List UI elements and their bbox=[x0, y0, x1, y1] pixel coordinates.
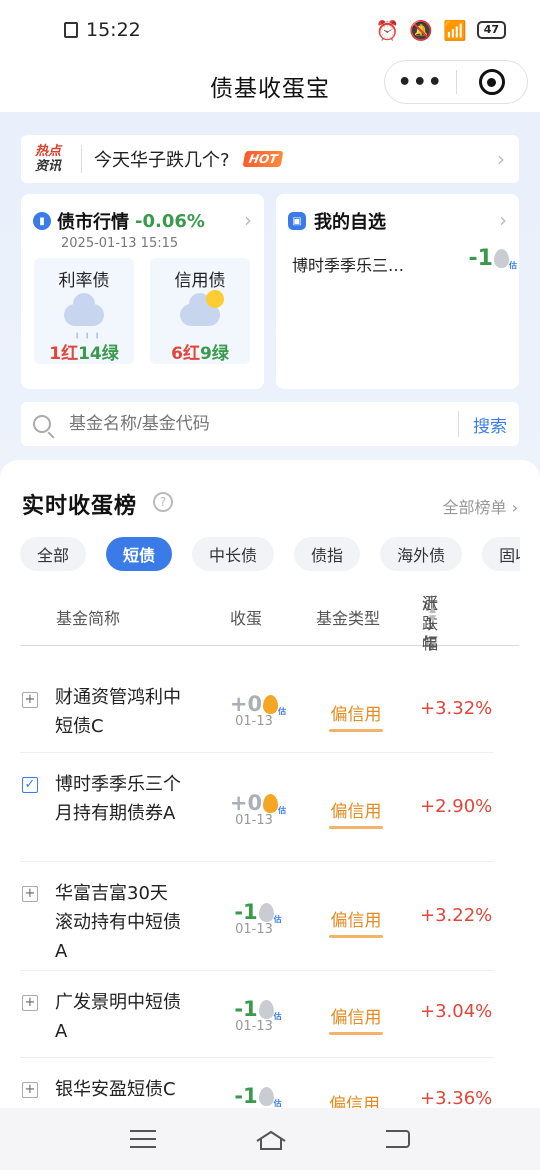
chevron-right-icon: › bbox=[244, 208, 252, 232]
mini-program-capsule: ••• bbox=[384, 60, 528, 104]
bond-market-card[interactable]: ▮ 债市行情 -0.06% › 2025-01-13 15:15 利率债 ╷╷╷… bbox=[21, 194, 264, 389]
egg-icon: 估 bbox=[258, 1086, 282, 1108]
table-row[interactable]: ✓ 博时季季乐三个月持有期债券A +0 估 01-13 偏信用 +2.90% bbox=[20, 753, 494, 862]
page-title: 债基收蛋宝 bbox=[210, 76, 330, 102]
market-title: 债市行情 bbox=[57, 212, 129, 233]
tab-all[interactable]: 全部 bbox=[20, 537, 87, 571]
wifi-icon: 📶 bbox=[443, 19, 467, 42]
ranking-title: 实时收蛋榜 bbox=[22, 494, 138, 519]
table-row[interactable]: + 华富吉富30天滚动持有中短债A -1 估 01-13 偏信用 +3.22% bbox=[20, 862, 494, 971]
egg-icon: 估 bbox=[258, 902, 282, 924]
market-timestamp: 2025-01-13 15:15 bbox=[61, 236, 179, 251]
chevron-right-icon: › bbox=[499, 208, 507, 232]
tab-bond-index[interactable]: 债指 bbox=[294, 537, 361, 571]
fund-list: + 财通资管鸿利中短债C +0 估 01-13 偏信用 +3.32% ✓ 博时季季… bbox=[20, 668, 494, 1118]
mute-icon: 🔕 bbox=[409, 19, 434, 42]
egg-icon: 估 bbox=[494, 249, 517, 270]
fund-type: 偏信用 bbox=[329, 1003, 383, 1035]
table-row[interactable]: + 财通资管鸿利中短债C +0 估 01-13 偏信用 +3.32% bbox=[20, 668, 494, 753]
rate-bond-box[interactable]: 利率债 ╷╷╷ 1红14绿 bbox=[34, 258, 134, 364]
sort-icon: ▲ ▼ bbox=[429, 605, 436, 624]
fund-type: 偏信用 bbox=[329, 700, 383, 732]
search-icon bbox=[33, 415, 51, 433]
tab-overseas-bond[interactable]: 海外债 bbox=[380, 537, 463, 571]
egg-icon: 估 bbox=[263, 694, 286, 716]
search-button[interactable]: 搜索 bbox=[473, 412, 507, 437]
fund-change: +2.90% bbox=[420, 796, 493, 817]
favorites-title: 我的自选 bbox=[314, 212, 386, 233]
add-favorite-icon[interactable]: + bbox=[22, 886, 38, 902]
fund-change: +3.04% bbox=[420, 1001, 493, 1022]
my-favorites-card[interactable]: ▣ 我的自选 › 博时季季乐三… -1 估 bbox=[276, 194, 519, 389]
egg-icon: 估 bbox=[258, 999, 282, 1021]
fund-type: 偏信用 bbox=[329, 906, 383, 938]
chart-icon: ▮ bbox=[33, 212, 51, 230]
system-nav-bar bbox=[0, 1108, 540, 1170]
favorite-item-value: -1 估 bbox=[468, 246, 517, 271]
ranking-panel: 实时收蛋榜 ? 全部榜单 › 全部 短债 中长债 债指 海外债 固收 基金简称 … bbox=[0, 460, 540, 1115]
hot-news-tag: 热点 资讯 bbox=[35, 144, 62, 174]
favorited-check-icon[interactable]: ✓ bbox=[22, 777, 38, 793]
bookmark-icon: ▣ bbox=[288, 212, 306, 230]
alarm-icon: ⏰ bbox=[375, 19, 400, 42]
search-bar: 搜索 bbox=[21, 402, 519, 446]
fund-change: +3.32% bbox=[420, 698, 493, 719]
chevron-right-icon: › bbox=[497, 147, 505, 171]
menu-icon[interactable] bbox=[129, 1130, 156, 1148]
credit-bond-box[interactable]: 信用债 6红9绿 bbox=[150, 258, 250, 364]
status-time: 15:22 bbox=[86, 19, 141, 41]
back-icon[interactable] bbox=[386, 1130, 411, 1148]
tab-mid-long-bond[interactable]: 中长债 bbox=[192, 537, 275, 571]
category-tabs: 全部 短债 中长债 债指 海外债 固收 bbox=[20, 537, 520, 571]
target-icon bbox=[478, 69, 505, 95]
market-change: -0.06% bbox=[135, 210, 205, 232]
status-bar: 15:22 ⏰ 🔕 📶 47 bbox=[0, 0, 540, 60]
home-icon[interactable] bbox=[255, 1129, 287, 1150]
all-rankings-link[interactable]: 全部榜单 › bbox=[443, 494, 519, 518]
more-button[interactable]: ••• bbox=[385, 70, 456, 95]
help-icon[interactable]: ? bbox=[153, 492, 173, 512]
fund-change: +3.36% bbox=[420, 1088, 493, 1109]
hot-badge: HOT bbox=[242, 151, 284, 167]
egg-icon: 估 bbox=[263, 793, 286, 815]
hot-news-bar[interactable]: 热点 资讯 今天华子跌几个? HOT › bbox=[21, 135, 519, 183]
table-row[interactable]: + 广发景明中短债A -1 估 01-13 偏信用 +3.04% bbox=[20, 971, 494, 1058]
news-text: 今天华子跌几个? bbox=[94, 150, 230, 171]
search-input[interactable] bbox=[69, 414, 444, 434]
cloudy-night-icon bbox=[180, 290, 224, 326]
fund-change: +3.22% bbox=[420, 905, 493, 926]
add-favorite-icon[interactable]: + bbox=[22, 1082, 38, 1098]
sim-icon bbox=[64, 22, 78, 38]
add-favorite-icon[interactable]: + bbox=[22, 692, 38, 708]
table-header: 基金简称 收蛋 基金类型 近1年 涨跌幅 ▲ ▼ bbox=[20, 590, 519, 653]
add-favorite-icon[interactable]: + bbox=[22, 995, 38, 1011]
close-button[interactable] bbox=[457, 69, 528, 95]
tab-short-bond[interactable]: 短债 bbox=[106, 537, 173, 571]
fund-type: 偏信用 bbox=[329, 797, 383, 829]
battery-icon: 47 bbox=[476, 21, 506, 39]
tab-fixed-income[interactable]: 固收 bbox=[482, 537, 520, 571]
app-header: 债基收蛋宝 ••• bbox=[0, 60, 540, 112]
rain-icon: ╷╷╷ bbox=[64, 293, 104, 339]
favorite-item-name[interactable]: 博时季季乐三… bbox=[292, 252, 404, 276]
